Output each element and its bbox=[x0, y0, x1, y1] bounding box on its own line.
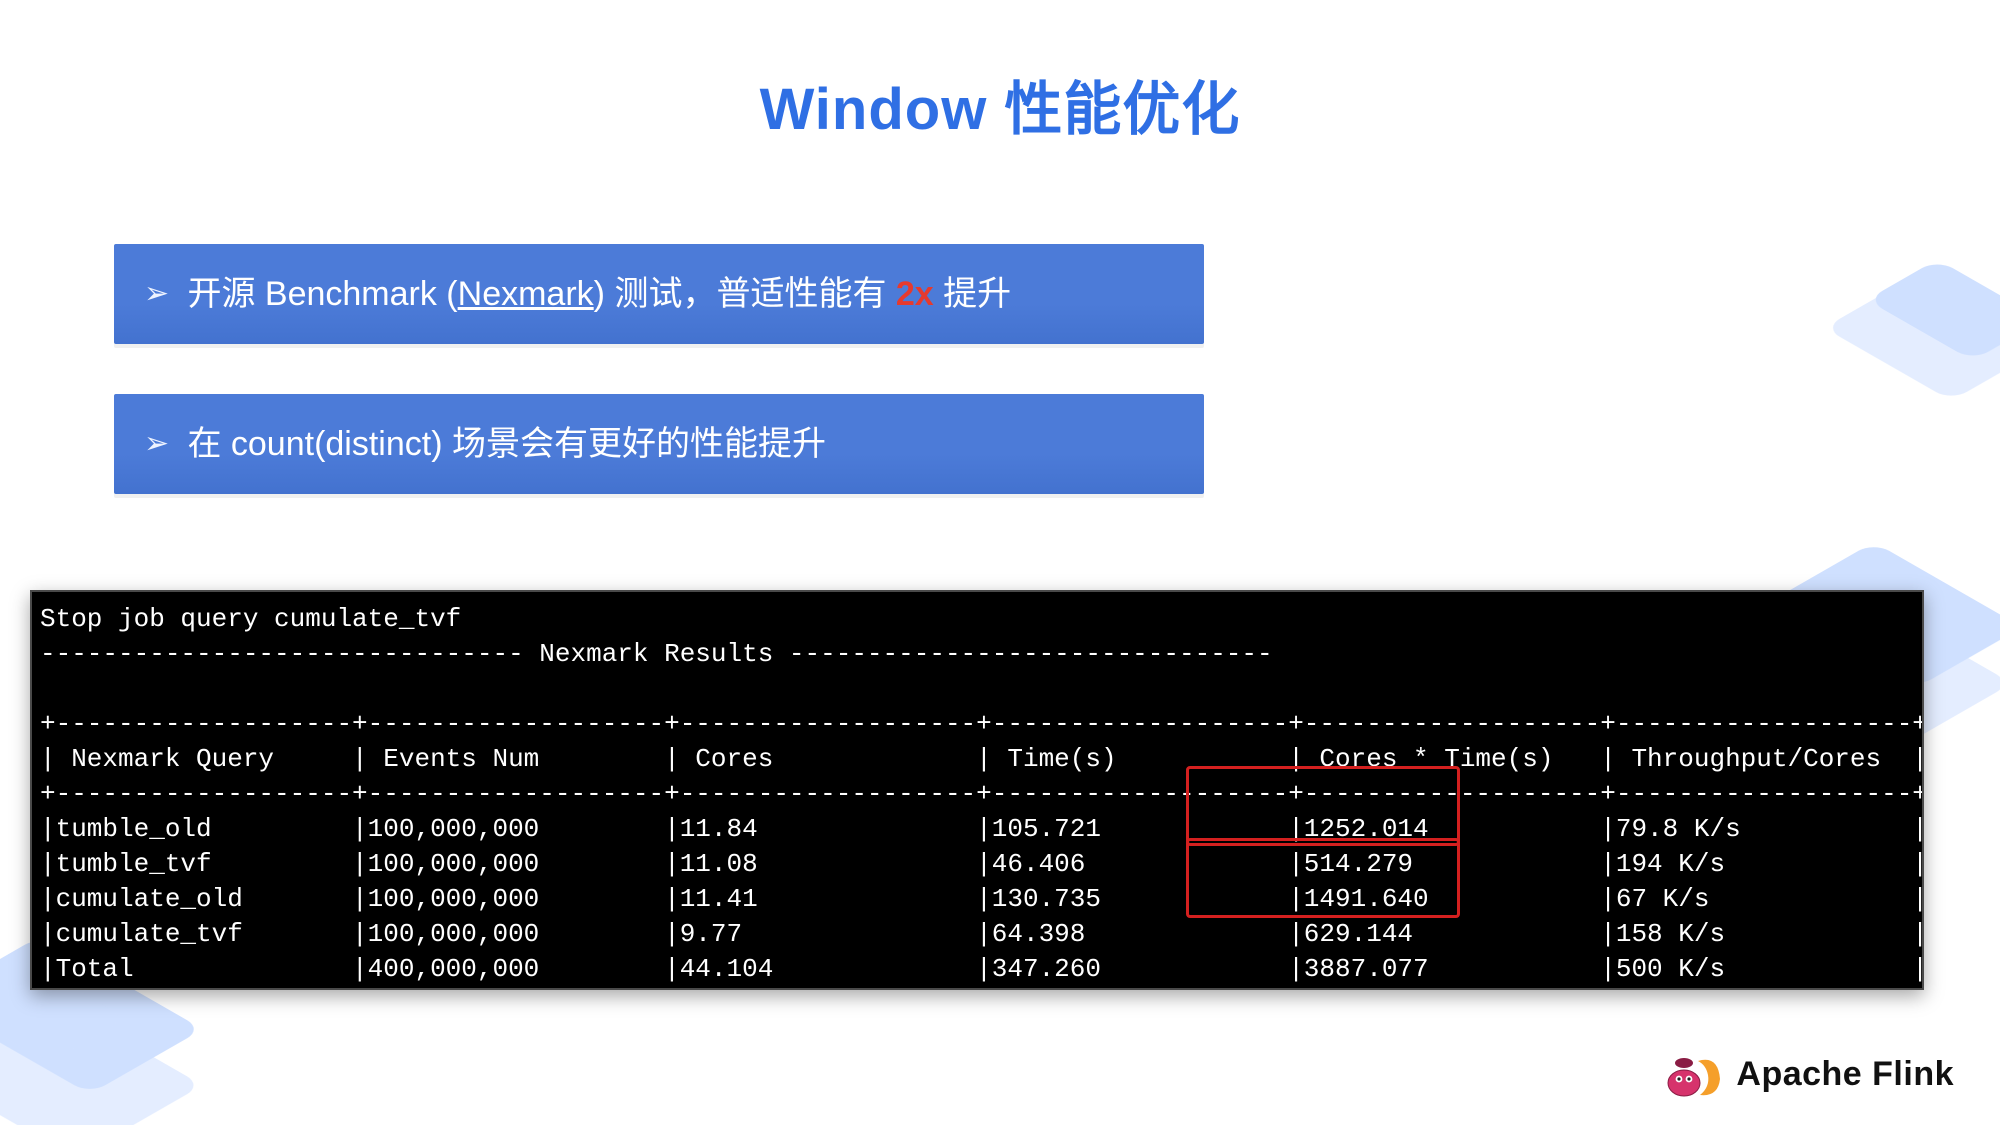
bullet-count-distinct: ➢ 在 count(distinct) 场景会有更好的性能提升 bbox=[114, 394, 1204, 494]
bullet-benchmark: ➢ 开源 Benchmark (Nexmark) 测试，普适性能有 2x 提升 bbox=[114, 244, 1204, 344]
table-row: |Total |400,000,000 |44.104 |347.260 |38… bbox=[40, 954, 1924, 984]
table-row: |tumble_old |100,000,000 |11.84 |105.721… bbox=[40, 814, 1924, 844]
terminal-header: | Nexmark Query | Events Num | Cores | T… bbox=[40, 744, 1924, 774]
bullet-arrow-icon: ➢ bbox=[144, 274, 174, 313]
flink-logo-icon bbox=[1662, 1049, 1722, 1099]
terminal-output: Stop job query cumulate_tvf ------------… bbox=[30, 590, 1924, 990]
highlight-2x: 2x bbox=[896, 275, 934, 313]
terminal-line: ------------------------------- Nexmark … bbox=[40, 639, 1273, 669]
slide-title: Window 性能优化 bbox=[0, 62, 2000, 146]
terminal-sep: +-------------------+-------------------… bbox=[40, 989, 1924, 990]
bullet-arrow-icon: ➢ bbox=[144, 424, 174, 463]
terminal-line: Stop job query cumulate_tvf bbox=[40, 604, 461, 634]
terminal-sep: +-------------------+-------------------… bbox=[40, 709, 1924, 739]
table-row: |cumulate_old |100,000,000 |11.41 |130.7… bbox=[40, 884, 1924, 914]
decor-cloud bbox=[1800, 260, 2000, 440]
table-row: |cumulate_tvf |100,000,000 |9.77 |64.398… bbox=[40, 919, 1924, 949]
bullet-text: 在 count(distinct) 场景会有更好的性能提升 bbox=[187, 425, 826, 463]
terminal-sep: +-------------------+-------------------… bbox=[40, 779, 1924, 809]
footer-brand: Apache Flink bbox=[1736, 1055, 1954, 1094]
bullet-text: 开源 Benchmark (Nexmark) 测试，普适性能有 2x 提升 bbox=[187, 275, 1011, 313]
link-nexmark[interactable]: Nexmark bbox=[458, 275, 594, 313]
table-row: |tumble_tvf |100,000,000 |11.08 |46.406 … bbox=[40, 849, 1924, 879]
footer: Apache Flink bbox=[1662, 1049, 1954, 1099]
